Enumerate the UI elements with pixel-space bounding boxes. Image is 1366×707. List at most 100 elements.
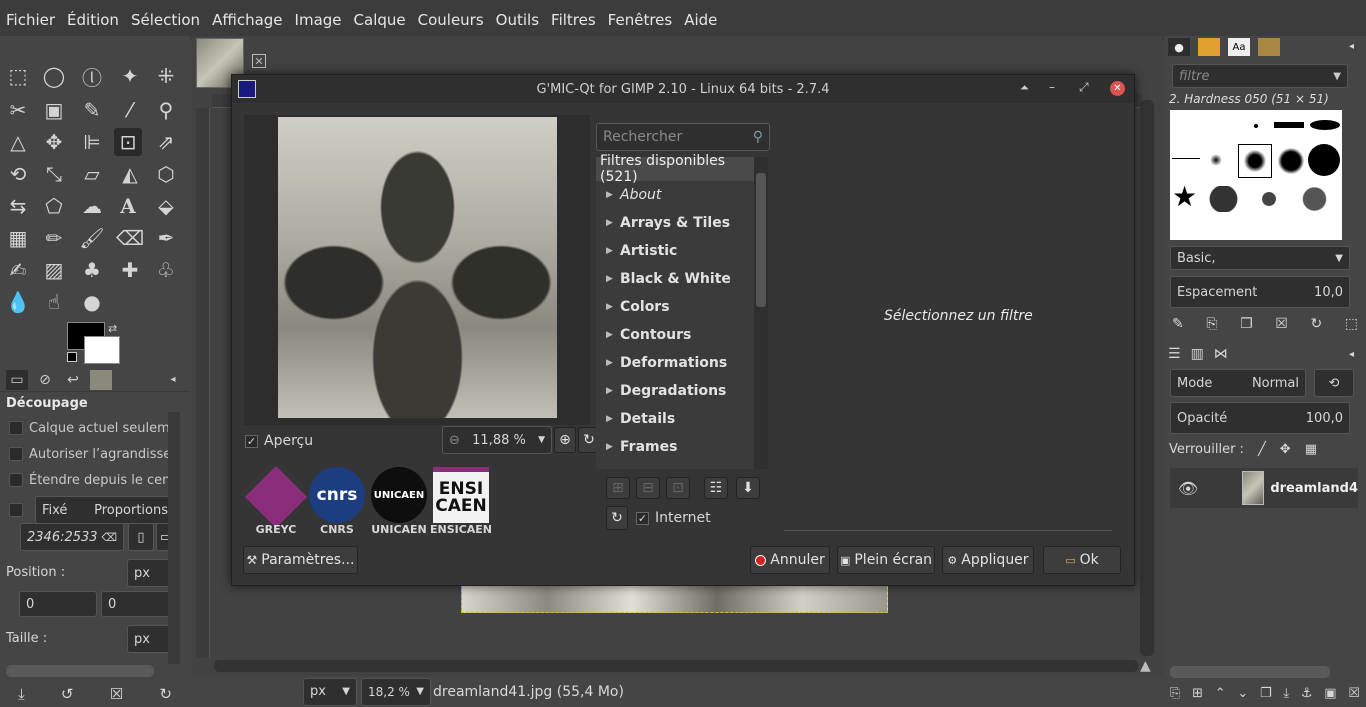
checkbox-checked-icon[interactable]: ✓ bbox=[245, 434, 258, 448]
navigate-icon[interactable]: ▲ bbox=[1140, 658, 1151, 674]
panel-menu-icon[interactable]: ◂ bbox=[162, 370, 184, 390]
gradient-icon[interactable]: ▦ bbox=[4, 224, 32, 252]
brush-thumb[interactable] bbox=[1210, 154, 1222, 166]
background-color[interactable] bbox=[84, 336, 120, 364]
images-tab-icon[interactable] bbox=[90, 369, 112, 390]
portrait-icon[interactable]: ▯ bbox=[128, 523, 154, 551]
filter-item[interactable]: ▶ About bbox=[596, 181, 758, 209]
position-y-field[interactable]: 0 bbox=[101, 591, 175, 617]
options-vscroll[interactable] bbox=[168, 412, 180, 664]
filter-item[interactable]: ▶ Details bbox=[596, 405, 758, 433]
zoom-icon[interactable]: ⚲ bbox=[152, 96, 180, 124]
edit-brush-icon[interactable]: ✎ bbox=[1172, 316, 1184, 332]
menu-selection[interactable]: Sélection bbox=[131, 11, 200, 29]
reset-icon[interactable]: ↻ bbox=[159, 685, 172, 703]
rect-select-icon[interactable]: ⬚ bbox=[4, 62, 32, 90]
channels-tab-icon[interactable]: ▥ bbox=[1191, 346, 1204, 362]
options-hscroll[interactable] bbox=[6, 665, 154, 677]
new-group-icon[interactable]: ⊞ bbox=[1192, 686, 1203, 701]
clear-icon[interactable]: ⌫ bbox=[101, 531, 117, 544]
canvas-image[interactable] bbox=[461, 584, 888, 613]
fixed-checkbox[interactable] bbox=[9, 503, 23, 517]
cage-icon[interactable]: ⬠ bbox=[40, 192, 68, 220]
merge-down-icon[interactable]: ⤓ bbox=[1283, 686, 1289, 701]
device-status-tab-icon[interactable]: ⊘ bbox=[34, 370, 56, 390]
filter-item[interactable]: ▶ Contours bbox=[596, 321, 758, 349]
warp-icon[interactable]: ◭ bbox=[116, 160, 144, 188]
refresh-brushes-icon[interactable]: ↻ bbox=[1310, 316, 1322, 332]
rotate-icon[interactable]: ⟲ bbox=[4, 160, 32, 188]
zoom-out-icon[interactable]: ⊖ bbox=[449, 433, 460, 448]
patterns-tab-icon[interactable] bbox=[1198, 38, 1220, 56]
menu-calque[interactable]: Calque bbox=[354, 11, 406, 29]
refresh-filters-icon[interactable]: ↻ bbox=[606, 506, 628, 530]
align-icon[interactable]: ⊫ bbox=[78, 128, 106, 156]
brush-filter-field[interactable]: filtre ▼ bbox=[1172, 64, 1348, 88]
paths-icon[interactable]: ✎ bbox=[78, 96, 106, 124]
menu-filtres[interactable]: Filtres bbox=[551, 11, 596, 29]
menu-aide[interactable]: Aide bbox=[684, 11, 717, 29]
gradients-tab-icon[interactable] bbox=[1258, 38, 1280, 56]
default-colors-icon[interactable] bbox=[67, 352, 77, 362]
delete-preset-icon[interactable]: ☒ bbox=[110, 685, 123, 703]
position-x-field[interactable]: 0 bbox=[19, 591, 97, 617]
clone-icon[interactable]: ♣ bbox=[78, 256, 106, 284]
menu-fenetres[interactable]: Fenêtres bbox=[608, 11, 673, 29]
mypaint-brush-icon[interactable]: ▨ bbox=[40, 256, 68, 284]
heal-icon[interactable]: ✚ bbox=[116, 256, 144, 284]
delete-layer-icon[interactable]: ☒ bbox=[1348, 686, 1360, 701]
menu-outils[interactable]: Outils bbox=[496, 11, 539, 29]
expand-from-center-option[interactable]: Étendre depuis le centre bbox=[0, 467, 168, 493]
lock-alpha-icon[interactable]: ▦ bbox=[1305, 442, 1317, 457]
scissors-icon[interactable]: ✂ bbox=[4, 96, 32, 124]
brush-thumb[interactable] bbox=[1308, 144, 1340, 176]
menu-affichage[interactable]: Affichage bbox=[212, 11, 282, 29]
chevron-down-icon[interactable]: ▼ bbox=[538, 435, 545, 445]
anchor-icon[interactable]: ⚓ bbox=[1301, 686, 1313, 701]
search-field[interactable]: Rechercher ⚲ bbox=[596, 123, 770, 151]
new-brush-icon[interactable]: ⎘ bbox=[1206, 316, 1217, 332]
delete-brush-icon[interactable]: ☒ bbox=[1275, 316, 1288, 332]
dock-menu-icon[interactable]: ◂ bbox=[1349, 41, 1354, 52]
new-layer-icon[interactable]: ⎘ bbox=[1170, 686, 1180, 701]
rename-fave-icon[interactable]: ⊡ bbox=[666, 477, 690, 499]
filter-item[interactable]: ▶ Arrays & Tiles bbox=[596, 209, 758, 237]
fonts-tab-icon[interactable]: Aa bbox=[1228, 38, 1250, 56]
preview-pane[interactable] bbox=[244, 115, 590, 425]
crop-icon[interactable]: ⊡ bbox=[114, 128, 142, 156]
unified-transform-icon[interactable]: ⇗ bbox=[152, 128, 180, 156]
vertical-ruler[interactable] bbox=[196, 108, 210, 658]
close-tab-icon[interactable]: ✕ bbox=[252, 54, 266, 68]
ink-icon[interactable]: ✍ bbox=[4, 256, 32, 284]
mask-icon[interactable]: ▣ bbox=[1324, 686, 1336, 701]
color-select-icon[interactable]: ⁜ bbox=[152, 62, 180, 90]
bucket-fill-icon[interactable]: ⬙ bbox=[152, 192, 180, 220]
filter-item[interactable]: ▶ Colors bbox=[596, 293, 758, 321]
fixed-dropdown[interactable]: Fixé Proportions bbox=[35, 496, 175, 524]
ellipse-select-icon[interactable]: ◯ bbox=[40, 62, 68, 90]
blur-icon[interactable]: 💧 bbox=[4, 288, 32, 316]
menu-fichier[interactable]: Fichier bbox=[6, 11, 55, 29]
selective-list-icon[interactable]: ☷ bbox=[704, 477, 728, 499]
fuzzy-select-icon[interactable]: ✦ bbox=[116, 62, 144, 90]
perspective-icon[interactable]: ⬡ bbox=[152, 160, 180, 188]
tool-options-tab-icon[interactable]: ▭ bbox=[6, 369, 28, 390]
cancel-button[interactable]: Annuler bbox=[750, 546, 830, 574]
allow-growing-option[interactable]: Autoriser l’agrandissement bbox=[0, 441, 168, 467]
foreground-select-icon[interactable]: ▣ bbox=[40, 96, 68, 124]
keep-above-icon[interactable]: ⏶ bbox=[1020, 81, 1029, 95]
paths-tab-icon[interactable]: ⋈ bbox=[1214, 346, 1228, 362]
layers-hscroll[interactable] bbox=[1170, 666, 1330, 678]
lower-layer-icon[interactable]: ⌄ bbox=[1237, 686, 1248, 701]
swap-colors-icon[interactable]: ⇄ bbox=[108, 322, 117, 335]
lock-pixels-icon[interactable]: ╱ bbox=[1258, 442, 1266, 457]
menu-couleurs[interactable]: Couleurs bbox=[418, 11, 484, 29]
current-layer-only-option[interactable]: Calque actuel seulement bbox=[0, 415, 168, 441]
add-fave-icon[interactable]: ⊞ bbox=[606, 477, 630, 499]
save-preset-icon[interactable]: ⤓ bbox=[18, 685, 25, 703]
brush-set-select[interactable]: Basic, ▼ bbox=[1170, 246, 1350, 270]
filters-header[interactable]: Filtres disponibles (521) bbox=[596, 153, 758, 185]
scrollbar-thumb[interactable] bbox=[756, 173, 766, 307]
menu-image[interactable]: Image bbox=[295, 11, 342, 29]
shear-icon[interactable]: ▱ bbox=[78, 160, 106, 188]
